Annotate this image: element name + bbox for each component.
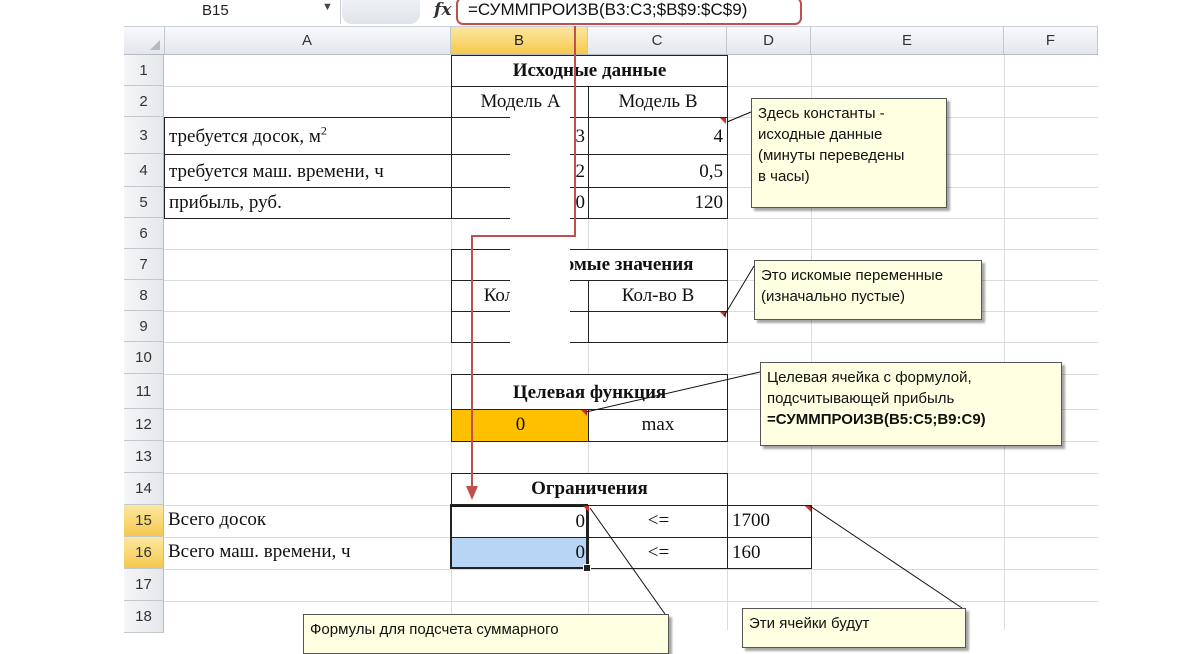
- note-pointer: [809, 505, 963, 609]
- note-pointer: [723, 265, 755, 317]
- note-pointer: [589, 507, 666, 615]
- source-header-fragment: [452, 55, 512, 87]
- annotation-mask: [510, 112, 570, 350]
- note-pointer: [585, 371, 761, 413]
- arrowhead-icon: [466, 486, 478, 500]
- annotation-overlay: [466, 26, 963, 615]
- note-pointer: [726, 111, 752, 123]
